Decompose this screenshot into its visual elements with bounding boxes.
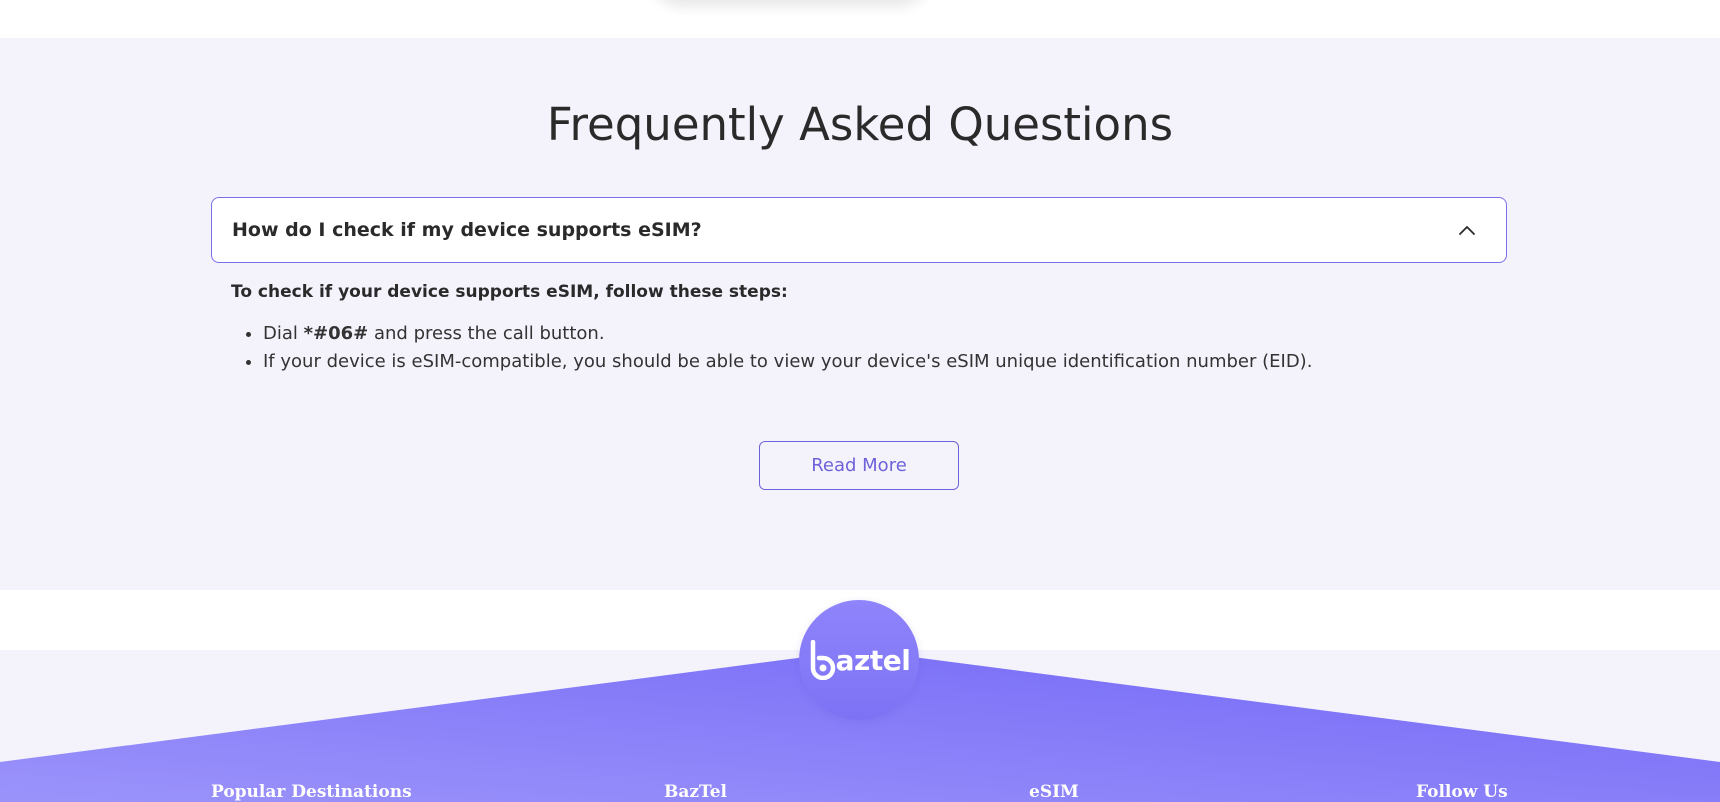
faq-section: Frequently Asked Questions How do I chec…: [0, 38, 1720, 590]
baztel-logo[interactable]: aztel: [799, 600, 919, 720]
logo-mark-icon: [810, 640, 835, 680]
logo-text: aztel: [835, 643, 911, 677]
step1-suffix: and press the call button.: [368, 323, 605, 344]
faq-title: Frequently Asked Questions: [546, 98, 1174, 151]
answer-intro: To check if your device supports eSIM, f…: [231, 282, 788, 302]
faq-answer: To check if your device supports eSIM, f…: [231, 282, 1511, 376]
step1-prefix: Dial: [263, 323, 304, 344]
footer-col-popular-destinations[interactable]: Popular Destinations: [211, 782, 412, 802]
chevron-up-icon[interactable]: [1456, 219, 1478, 241]
read-more-button[interactable]: Read More: [759, 441, 959, 490]
footer-col-baztel[interactable]: BazTel: [664, 782, 727, 802]
footer-col-follow-us[interactable]: Follow Us: [1416, 782, 1508, 802]
step1-code: *#06#: [303, 323, 369, 344]
list-item: If your device is eSIM-compatible, you s…: [263, 348, 1511, 376]
faq-question-text: How do I check if my device supports eSI…: [232, 219, 702, 241]
top-strip: [0, 0, 1720, 38]
list-item: Dial *#06# and press the call button.: [263, 320, 1511, 348]
footer-col-esim[interactable]: eSIM: [1029, 782, 1079, 802]
answer-steps: Dial *#06# and press the call button. If…: [231, 320, 1511, 376]
faq-question-toggle[interactable]: How do I check if my device supports eSI…: [211, 197, 1507, 263]
